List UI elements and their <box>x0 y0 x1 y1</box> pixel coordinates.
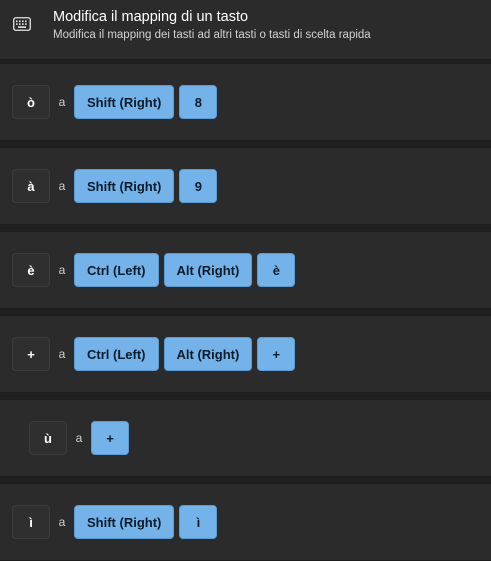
target-key[interactable]: ì <box>179 505 218 539</box>
target-key[interactable]: + <box>91 421 129 455</box>
target-key[interactable]: Shift (Right) <box>74 505 175 539</box>
target-key[interactable]: 9 <box>179 169 218 203</box>
header-card: Modifica il mapping di un tasto Modifica… <box>0 0 491 60</box>
mapping-row: è a Ctrl (Left) Alt (Right) è <box>0 231 491 309</box>
original-key[interactable]: + <box>12 337 50 371</box>
target-key[interactable]: Alt (Right) <box>163 253 253 287</box>
page-title: Modifica il mapping di un tasto <box>53 9 249 25</box>
mapping-separator: a <box>58 263 66 277</box>
page-subtitle: Modifica il mapping dei tasti ad altri t… <box>53 29 371 41</box>
original-key[interactable]: ò <box>12 85 50 119</box>
mapping-separator: a <box>58 515 66 529</box>
mapping-separator: a <box>75 431 83 445</box>
mapping-separator: a <box>58 179 66 193</box>
mapping-row: ù a + <box>0 399 491 477</box>
mapping-row: ì a Shift (Right) ì <box>0 483 491 561</box>
target-key[interactable]: è <box>257 253 296 287</box>
target-key[interactable]: Shift (Right) <box>74 169 175 203</box>
mapping-row: ò a Shift (Right) 8 <box>0 63 491 141</box>
target-key[interactable]: Ctrl (Left) <box>74 253 159 287</box>
target-key[interactable]: 8 <box>179 85 218 119</box>
original-key[interactable]: à <box>12 169 50 203</box>
target-key[interactable]: Ctrl (Left) <box>74 337 159 371</box>
original-key[interactable]: ì <box>12 505 50 539</box>
target-key[interactable]: Alt (Right) <box>163 337 253 371</box>
mapping-row: + a Ctrl (Left) Alt (Right) + <box>0 315 491 393</box>
target-key[interactable]: + <box>257 337 296 371</box>
original-key[interactable]: ù <box>29 421 67 455</box>
mapping-row: à a Shift (Right) 9 <box>0 147 491 225</box>
original-key[interactable]: è <box>12 253 50 287</box>
mapping-separator: a <box>58 95 66 109</box>
target-key[interactable]: Shift (Right) <box>74 85 175 119</box>
keyboard-icon <box>13 17 31 31</box>
mapping-separator: a <box>58 347 66 361</box>
